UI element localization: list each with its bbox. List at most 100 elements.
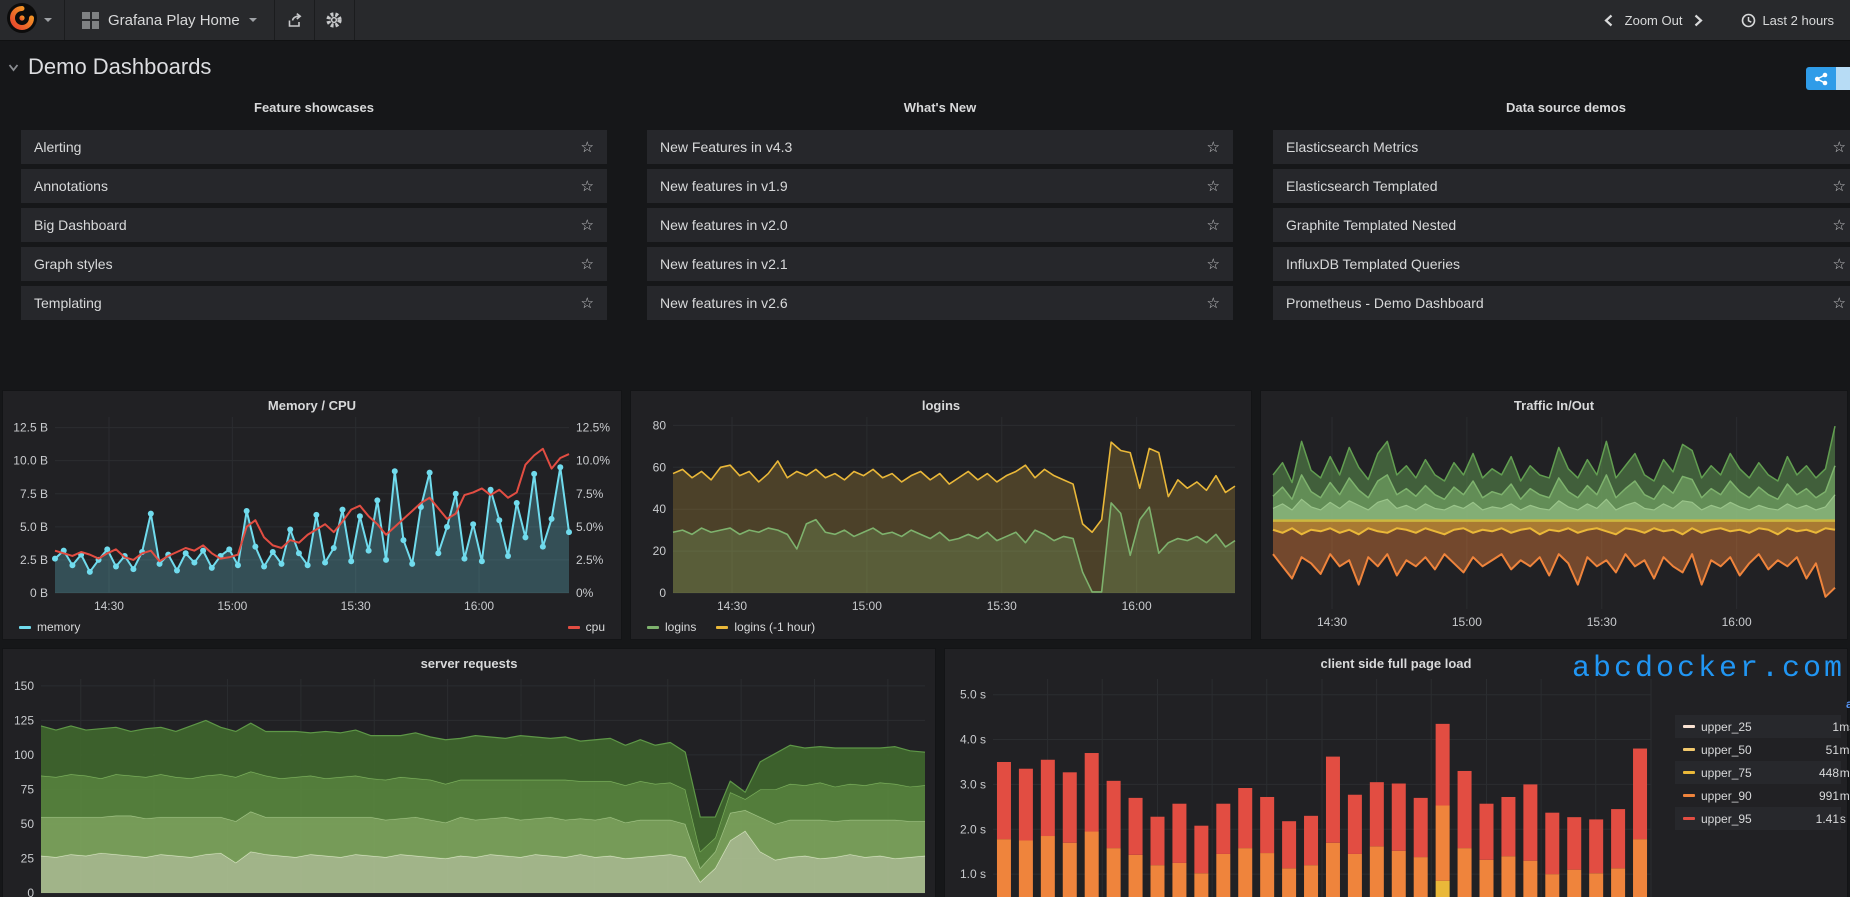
dashboard-link-label: Graphite Templated Nested — [1286, 217, 1457, 233]
svg-text:40: 40 — [653, 502, 667, 516]
star-icon[interactable]: ☆ — [1833, 138, 1846, 156]
svg-text:15:00: 15:00 — [217, 599, 247, 613]
legend-item[interactable]: upper_25 1ms — [1675, 715, 1850, 738]
legend-color-swatch — [1683, 771, 1695, 774]
dashboard-link-row[interactable]: New features in v2.1 ☆ — [647, 247, 1233, 281]
panel-title[interactable]: server requests — [3, 649, 935, 671]
svg-text:16:00: 16:00 — [1122, 599, 1152, 613]
dashboard-link-row[interactable]: New features in v2.6 ☆ — [647, 286, 1233, 320]
share-dashboard-button[interactable] — [275, 0, 315, 40]
star-icon[interactable]: ☆ — [581, 216, 594, 234]
chevron-left-icon — [1604, 14, 1612, 26]
row-title[interactable]: Demo Dashboards — [8, 54, 211, 80]
dashboard-link-row[interactable]: Elasticsearch Metrics ☆ — [1273, 130, 1850, 164]
dashboard-link-row[interactable]: Big Dashboard ☆ — [21, 208, 607, 242]
legend-item[interactable]: logins (-1 hour) — [716, 620, 815, 634]
share-icon — [288, 12, 302, 27]
chart-plot[interactable]: 14:30 15:00 15:30 16:00 0 B 0% 2.5 B 2.5% 5.0 B 5… — [3, 391, 621, 639]
dashboard-link-label: Prometheus - Demo Dashboard — [1286, 295, 1484, 311]
dashboard-link-row[interactable]: Elasticsearch Templated ☆ — [1273, 169, 1850, 203]
star-icon[interactable]: ☆ — [1207, 294, 1220, 312]
legend-item[interactable]: cpu — [567, 620, 605, 634]
dashboard-link-row[interactable]: Alerting ☆ — [21, 130, 607, 164]
dashboard-link-row[interactable]: Templating ☆ — [21, 286, 607, 320]
list-title: Data source demos — [1506, 100, 1626, 115]
zoom-out-label: Zoom Out — [1624, 12, 1683, 28]
legend-color-swatch — [647, 625, 659, 629]
star-icon[interactable]: ☆ — [1207, 138, 1220, 156]
dashboard-title: Grafana Play Home — [108, 11, 240, 29]
star-icon[interactable]: ☆ — [1207, 177, 1220, 195]
legend-item[interactable]: upper_95 1.41 s — [1675, 807, 1846, 830]
time-shift-forward-button[interactable] — [1694, 14, 1704, 27]
legend-color-swatch — [1683, 794, 1695, 797]
panel-title[interactable]: Traffic In/Out — [1261, 391, 1847, 413]
floating-share-widget[interactable] — [1806, 67, 1850, 90]
svg-text:14:30: 14:30 — [717, 599, 747, 613]
star-icon[interactable]: ☆ — [1207, 255, 1220, 273]
dashboard-link-row[interactable]: InfluxDB Templated Queries ☆ — [1273, 247, 1850, 281]
dashboard-link-row[interactable]: Graphite Templated Nested ☆ — [1273, 208, 1850, 242]
star-icon[interactable]: ☆ — [1833, 294, 1846, 312]
legend-color-swatch — [1683, 817, 1695, 820]
chevron-down-icon — [44, 18, 52, 22]
legend-color-swatch — [567, 625, 580, 629]
dashboard-link-label: Big Dashboard — [34, 217, 127, 233]
legend-item[interactable]: upper_50 51ms — [1675, 738, 1850, 761]
svg-text:15:30: 15:30 — [1587, 615, 1617, 629]
svg-text:2.5%: 2.5% — [576, 553, 604, 567]
dashboard-link-row[interactable]: New Features in v4.3 ☆ — [647, 130, 1233, 164]
dashboard-link-row[interactable]: New features in v2.0 ☆ — [647, 208, 1233, 242]
svg-text:0%: 0% — [576, 586, 594, 600]
collapse-chevron-icon — [8, 63, 19, 71]
legend-value: 1ms — [1832, 719, 1850, 734]
star-icon[interactable]: ☆ — [581, 294, 594, 312]
chart-plot[interactable]: 0 25 50 75 100 125 150 — [3, 649, 935, 897]
legend-item[interactable]: upper_75 448ms — [1675, 761, 1850, 784]
dashboard-picker[interactable]: Grafana Play Home — [65, 0, 275, 40]
star-icon[interactable]: ☆ — [1833, 216, 1846, 234]
star-icon[interactable]: ☆ — [1833, 255, 1846, 273]
legend-item[interactable]: upper_90 991ms — [1675, 784, 1850, 807]
svg-text:150: 150 — [14, 679, 34, 693]
dashboard-link-row[interactable]: Graph styles ☆ — [21, 247, 607, 281]
legend-item[interactable]: memory — [19, 620, 80, 634]
time-range-picker[interactable]: Last 2 hours — [1741, 13, 1834, 28]
dashboard-settings-button[interactable] — [315, 0, 355, 40]
dashboard-link-row[interactable]: Prometheus - Demo Dashboard ☆ — [1273, 286, 1850, 320]
panel-title[interactable]: Memory / CPU — [3, 391, 621, 413]
dashboard-link-row[interactable]: New features in v1.9 ☆ — [647, 169, 1233, 203]
grafana-logo-menu[interactable] — [0, 0, 65, 40]
legend-color-swatch — [716, 625, 729, 629]
chart-plot[interactable]: 14:30 15:00 15:30 16:00 — [1261, 391, 1847, 639]
list-title: What's New — [903, 100, 977, 115]
svg-text:7.5%: 7.5% — [576, 487, 604, 501]
legend-color-swatch — [19, 625, 31, 629]
legend-avg-header[interactable]: avg — [1675, 697, 1850, 715]
star-icon[interactable]: ☆ — [581, 177, 594, 195]
svg-text:7.5 B: 7.5 B — [20, 487, 48, 501]
watermark-text: abcdocker.com — [1572, 652, 1846, 686]
dashboard-list-data-source-demos: Data source demos Elasticsearch Metrics ☆… — [1273, 100, 1850, 325]
dashboard-link-label: New features in v2.6 — [660, 295, 788, 311]
dashboard-link-row[interactable]: Annotations ☆ — [21, 169, 607, 203]
zoom-out-button[interactable]: Zoom Out — [1625, 13, 1683, 28]
dashboard-lists: Feature showcases Alerting ☆ Annotations ☆ B… — [21, 100, 1850, 325]
svg-text:80: 80 — [653, 418, 667, 432]
svg-text:14:30: 14:30 — [94, 599, 124, 613]
star-icon[interactable]: ☆ — [1207, 216, 1220, 234]
chevron-down-icon — [248, 18, 257, 22]
chart-plot[interactable]: 14:30 15:00 15:30 16:00 0 20 40 60 80 — [631, 391, 1251, 639]
legend-label: logins — [665, 620, 697, 634]
star-icon[interactable]: ☆ — [1833, 177, 1846, 195]
star-icon[interactable]: ☆ — [581, 255, 594, 273]
panel-title[interactable]: logins — [631, 391, 1251, 413]
svg-text:12.5%: 12.5% — [576, 421, 610, 435]
svg-text:0: 0 — [659, 586, 666, 600]
page-title: Demo Dashboards — [28, 54, 212, 79]
dashboard-link-label: New Features in v4.3 — [660, 139, 793, 155]
star-icon[interactable]: ☆ — [581, 138, 594, 156]
legend-item[interactable]: logins — [647, 620, 696, 634]
svg-text:15:00: 15:00 — [1452, 615, 1482, 629]
time-shift-back-button[interactable] — [1604, 14, 1613, 27]
